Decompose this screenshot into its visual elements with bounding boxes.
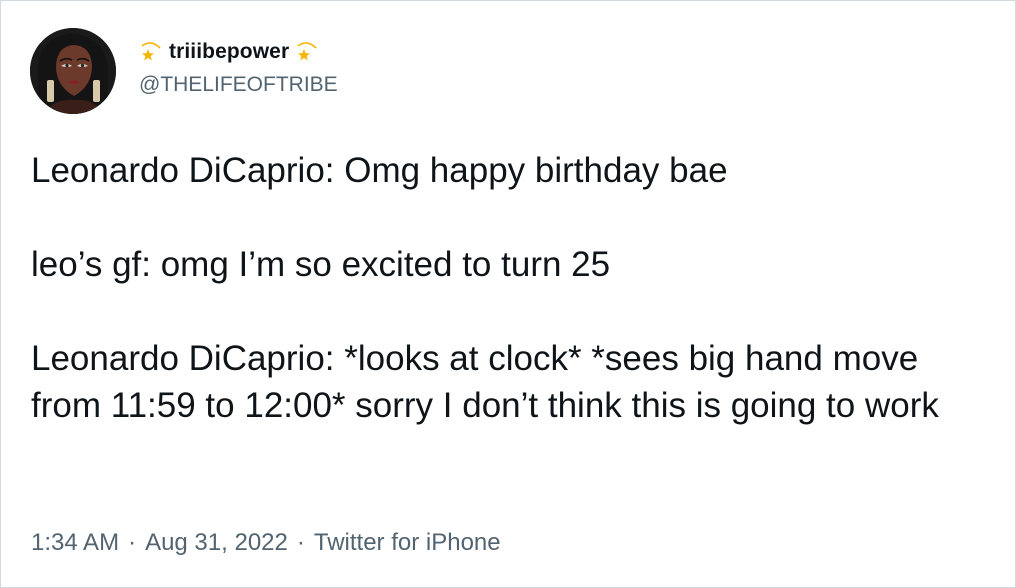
tweet-card: triiibepower @THELIFEOFTRIBE Leonardo Di… [0, 0, 1016, 588]
avatar[interactable] [30, 28, 116, 114]
meta-separator: · [296, 529, 305, 556]
tweet-meta: 1:34 AM · Aug 31, 2022 · Twitter for iPh… [31, 529, 501, 557]
dizzy-star-icon [295, 40, 319, 64]
tweet-date[interactable]: Aug 31, 2022 [145, 529, 288, 557]
user-handle[interactable]: @THELIFEOFTRIBE [139, 73, 338, 97]
dizzy-star-icon [139, 40, 163, 64]
tweet-text: Leonardo DiCaprio: Omg happy birthday ba… [31, 147, 991, 429]
tweet-source[interactable]: Twitter for iPhone [314, 529, 501, 557]
display-name: triiibepower [169, 40, 290, 63]
tweet-time[interactable]: 1:34 AM [31, 529, 119, 557]
meta-separator: · [128, 529, 137, 556]
tweet-paragraph: leo’s gf: omg I’m so excited to turn 25 [31, 245, 611, 284]
tweet-paragraph: Leonardo DiCaprio: Omg happy birthday ba… [31, 151, 728, 190]
author-name-row[interactable]: triiibepower [139, 38, 319, 66]
tweet-paragraph: Leonardo DiCaprio: *looks at clock* *see… [31, 339, 939, 425]
